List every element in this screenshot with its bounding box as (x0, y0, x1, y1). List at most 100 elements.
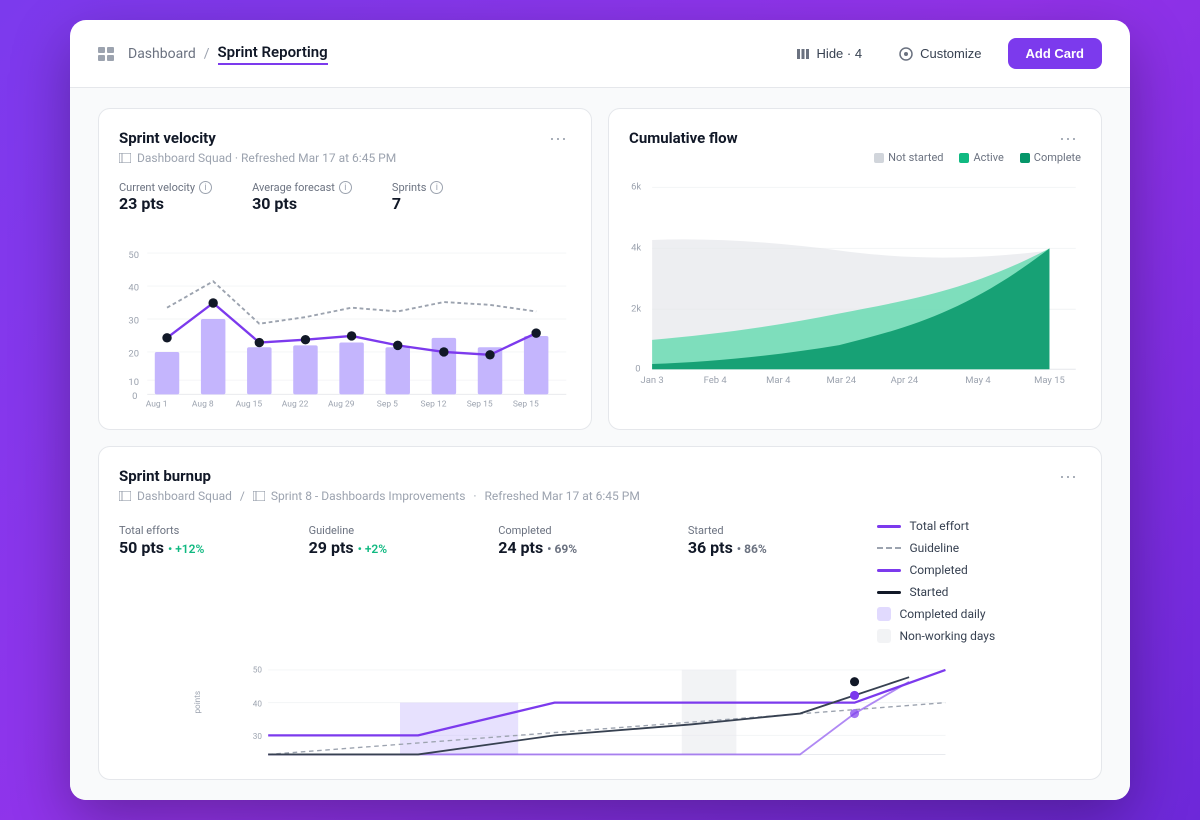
info-icon-sprints: i (430, 181, 443, 194)
burnup-subtitle-dot: · (473, 489, 476, 503)
burnup-guideline-label: Guideline (309, 524, 355, 537)
legend-dot-active (959, 153, 969, 163)
burnup-stat-total: Total efforts 50 pts • +12% (119, 519, 289, 557)
content-area: Sprint velocity ··· Dashboard Squad · Re… (70, 88, 1130, 800)
cumulative-flow-card: Cumulative flow ··· Not started Active (608, 108, 1102, 430)
svg-text:Aug 29: Aug 29 (328, 400, 355, 409)
cumulative-card-header: Cumulative flow ··· (629, 129, 1081, 147)
info-icon-current: i (199, 181, 212, 194)
hide-label: Hide · 4 (817, 46, 863, 61)
velocity-current-label: Current velocity i (119, 181, 212, 194)
burnup-total-badge: • +12% (168, 542, 204, 556)
legend-line-total (877, 525, 901, 528)
svg-text:Sep 15: Sep 15 (513, 400, 539, 409)
legend-label-not-started: Not started (888, 151, 943, 164)
velocity-forecast-label: Average forecast i (252, 181, 352, 194)
burnup-legend-total-label: Total effort (909, 519, 969, 533)
burnup-subtitle-refresh: Refreshed Mar 17 at 6:45 PM (485, 489, 640, 503)
add-card-button[interactable]: Add Card (1008, 38, 1103, 69)
svg-text:Feb 4: Feb 4 (704, 375, 728, 386)
velocity-stat-current: Current velocity i 23 pts (119, 181, 212, 213)
svg-text:Mar 24: Mar 24 (827, 375, 857, 386)
burnup-stat-started: Started 36 pts • 86% (688, 519, 858, 557)
cumulative-legend: Not started Active Complete (629, 151, 1081, 164)
svg-text:30: 30 (128, 316, 139, 327)
velocity-card-header: Sprint velocity ··· (119, 129, 571, 147)
velocity-more-button[interactable]: ··· (545, 129, 571, 147)
burnup-started-value: 36 pts • 86% (688, 538, 858, 557)
hide-button[interactable]: Hide · 4 (785, 40, 873, 67)
svg-text:50: 50 (128, 250, 139, 261)
svg-text:Aug 1: Aug 1 (146, 400, 168, 409)
legend-complete: Complete (1020, 151, 1081, 164)
burnup-started-label: Started (688, 524, 724, 537)
svg-text:Aug 8: Aug 8 (192, 400, 214, 409)
cumulative-title: Cumulative flow (629, 129, 738, 147)
svg-text:10: 10 (128, 377, 139, 388)
breadcrumb: Dashboard / Sprint Reporting (98, 43, 328, 65)
velocity-subtitle-text: Dashboard Squad · Refreshed Mar 17 at 6:… (137, 151, 396, 165)
svg-text:40: 40 (253, 698, 263, 708)
burnup-legend-completed-daily: Completed daily (877, 607, 1081, 621)
velocity-title: Sprint velocity (119, 129, 216, 147)
burnup-completed-value: 24 pts • 69% (498, 538, 668, 557)
svg-text:0: 0 (132, 391, 137, 402)
customize-button[interactable]: Customize (888, 40, 991, 68)
burnup-legend-guideline-label: Guideline (909, 541, 959, 555)
sprint-velocity-card: Sprint velocity ··· Dashboard Squad · Re… (98, 108, 592, 430)
burnup-legend-nonworking: Non-working days (877, 629, 1081, 643)
svg-text:6k: 6k (631, 181, 641, 192)
svg-text:Aug 15: Aug 15 (236, 400, 263, 409)
breadcrumb-parent[interactable]: Dashboard (128, 46, 196, 62)
velocity-sprints-value: 7 (392, 194, 443, 213)
svg-text:Jan 3: Jan 3 (641, 375, 664, 386)
burnup-legend-started: Started (877, 585, 1081, 599)
svg-text:Aug 22: Aug 22 (282, 400, 309, 409)
customize-label: Customize (920, 46, 981, 61)
svg-text:Sep 5: Sep 5 (377, 400, 398, 409)
cumulative-more-button[interactable]: ··· (1055, 129, 1081, 147)
breadcrumb-separator: / (204, 46, 210, 62)
legend-dot-complete (1020, 153, 1030, 163)
burnup-subtitle: Dashboard Squad / Sprint 8 - Dashboards … (119, 489, 1081, 503)
grid-icon (98, 47, 116, 61)
burnup-stats-row: Total efforts 50 pts • +12% Guideline 29… (119, 519, 1081, 643)
svg-text:0: 0 (635, 363, 640, 374)
legend-not-started: Not started (874, 151, 943, 164)
velocity-chart: 50 40 30 20 10 0 (119, 229, 571, 409)
burnup-legend-completed-daily-label: Completed daily (899, 607, 985, 621)
main-container: Dashboard / Sprint Reporting Hide · 4 Cu… (70, 20, 1130, 800)
burnup-total-label: Total efforts (119, 524, 179, 537)
burnup-subtitle-separator: / (240, 489, 245, 503)
burnup-guideline-badge: • +2% (358, 542, 388, 556)
burnup-completed-label: Completed (498, 524, 551, 537)
svg-text:Mar 4: Mar 4 (766, 375, 791, 386)
velocity-stat-sprints: Sprints i 7 (392, 181, 443, 213)
svg-text:4k: 4k (631, 242, 641, 253)
svg-text:May 4: May 4 (965, 375, 991, 386)
burnup-stat-guideline: Guideline 29 pts • +2% (309, 519, 479, 557)
legend-label-active: Active (973, 151, 1003, 164)
sprint-burnup-card: Sprint burnup ··· Dashboard Squad / Spri… (98, 446, 1102, 780)
svg-text:Sep 15: Sep 15 (467, 400, 493, 409)
svg-text:40: 40 (128, 283, 139, 294)
legend-box-completed-daily (877, 607, 891, 621)
burnup-guideline-value: 29 pts • +2% (309, 538, 479, 557)
burnup-completed-badge: • 69% (547, 542, 577, 556)
svg-text:50: 50 (253, 665, 263, 675)
burnup-more-button[interactable]: ··· (1055, 467, 1081, 485)
info-icon-forecast: i (339, 181, 352, 194)
velocity-subtitle: Dashboard Squad · Refreshed Mar 17 at 6:… (119, 151, 571, 165)
burnup-started-badge: • 86% (737, 542, 767, 556)
burnup-total-value: 50 pts • +12% (119, 538, 289, 557)
legend-line-started (877, 591, 901, 594)
svg-text:Apr 24: Apr 24 (891, 375, 919, 386)
burnup-legend-nonworking-label: Non-working days (899, 629, 995, 643)
burnup-stat-completed: Completed 24 pts • 69% (498, 519, 668, 557)
burnup-chart: points 50 40 30 (119, 659, 1081, 759)
velocity-current-value: 23 pts (119, 194, 212, 213)
legend-active: Active (959, 151, 1003, 164)
svg-text:20: 20 (128, 349, 139, 360)
svg-text:May 15: May 15 (1034, 375, 1065, 386)
burnup-title: Sprint burnup (119, 467, 211, 485)
